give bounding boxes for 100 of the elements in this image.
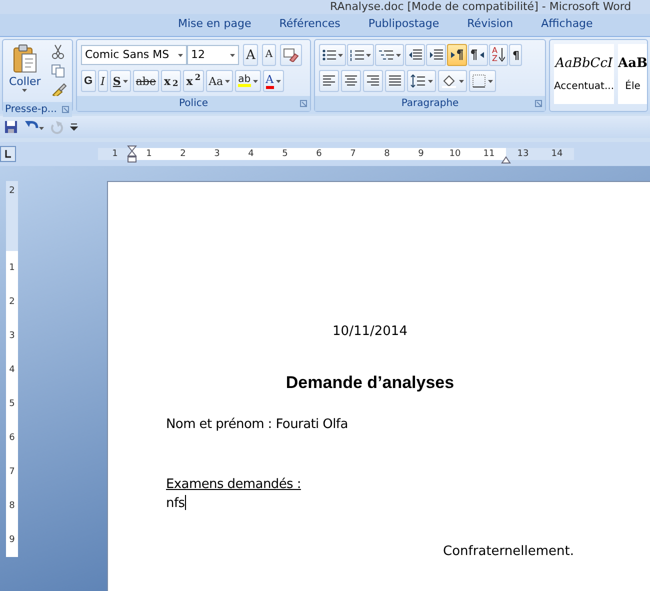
ruler-number: 5 — [6, 387, 18, 421]
save-icon[interactable] — [4, 120, 18, 134]
highlight-button[interactable]: ab — [235, 70, 261, 92]
numbered-list-icon — [350, 49, 364, 61]
ruler-number: 2 — [166, 148, 200, 160]
sub-button[interactable]: x$_{2}$ — [160, 70, 182, 92]
sort-letter: A — [492, 47, 498, 55]
ruler-number: 3 — [6, 319, 18, 353]
caret-icon — [396, 54, 401, 56]
caret-icon — [122, 80, 128, 82]
ribbon-tab[interactable]: Mise en page — [164, 12, 266, 36]
italic-button[interactable]: I — [98, 70, 108, 92]
grow-font-button[interactable]: A — [243, 44, 258, 66]
indent-button[interactable] — [426, 44, 446, 66]
bold-button[interactable]: G — [81, 70, 96, 92]
align-left-icon — [322, 75, 336, 87]
pilcrow-button[interactable]: ¶ — [509, 44, 522, 66]
line-spacing-icon — [410, 74, 426, 88]
document-text: Nom et prénom : Fourati Olfa — [166, 417, 348, 432]
document-text: Confraternellement. — [443, 544, 574, 558]
ribbon-tab[interactable]: Publipostage — [354, 12, 454, 36]
ribbon-tab[interactable]: Révision — [453, 12, 528, 36]
ltr-button[interactable] — [447, 44, 467, 66]
center-button[interactable] — [341, 70, 361, 92]
strike-button[interactable]: abe — [132, 70, 159, 92]
clear-format-button[interactable] — [280, 44, 302, 66]
ruler-number: 3 — [200, 148, 234, 160]
style-gallery-item[interactable]: AaB Éle — [618, 44, 647, 104]
ruler-number: 2 — [6, 181, 18, 251]
window-title: RAnalyse.doc [Mode de compatibilité] - Microsoft Word — [0, 0, 650, 14]
rtl-button[interactable] — [468, 44, 488, 66]
caret-icon — [366, 54, 371, 56]
caret-icon — [488, 80, 493, 82]
font-color-button[interactable]: A — [262, 70, 284, 92]
indent-marker-icon[interactable] — [501, 156, 511, 164]
caret-icon — [178, 54, 183, 56]
down-arrow-icon — [499, 48, 506, 62]
clipboard-icon — [12, 44, 38, 74]
multilevel-button[interactable] — [375, 44, 404, 66]
bullets-icon — [322, 49, 336, 61]
brush-icon[interactable] — [50, 82, 67, 96]
document-text: nfs — [166, 496, 185, 511]
ruler-number: 7 — [6, 455, 18, 489]
ruler-number: 8 — [370, 148, 404, 160]
ruler-number: 6 — [6, 421, 18, 455]
bullets-button[interactable] — [319, 44, 346, 66]
spacing-button[interactable] — [407, 70, 436, 92]
shading-button[interactable] — [438, 70, 467, 92]
ruler-number: 5 — [268, 148, 302, 160]
right-to-left-icon — [471, 49, 485, 61]
font-name-field[interactable]: Comic Sans MS — [81, 45, 187, 65]
border-icon — [472, 74, 486, 88]
left-button[interactable] — [319, 70, 339, 92]
borders-button[interactable] — [469, 70, 496, 92]
ribbon-tab[interactable]: Affichage — [527, 12, 607, 36]
document-heading: Demande d’analyses — [286, 372, 454, 392]
outdent-button[interactable] — [405, 44, 425, 66]
align-right-icon — [366, 75, 380, 87]
left-to-right-icon — [450, 49, 464, 61]
copy-icon[interactable] — [50, 64, 65, 78]
increase-indent-icon — [429, 49, 443, 61]
tab-selector-icon[interactable] — [0, 146, 16, 162]
ruler-number: 4 — [234, 148, 268, 160]
underline-button[interactable]: S — [110, 70, 131, 92]
ruler-number: 8 — [6, 489, 18, 523]
right-button[interactable] — [363, 70, 383, 92]
caret-icon — [428, 80, 433, 82]
sup-button[interactable]: x$^{2}$ — [183, 70, 204, 92]
document-text: Examens demandés : — [166, 476, 301, 492]
caret-icon — [276, 80, 281, 82]
ruler-number: 7 — [336, 148, 370, 160]
multilevel-list-icon — [378, 49, 394, 61]
ruler-number: 9 — [404, 148, 438, 160]
ribbon-tab[interactable]: Références — [265, 12, 354, 36]
group-label: Police — [77, 96, 310, 111]
decrease-indent-icon — [408, 49, 422, 61]
font-size-field[interactable]: 12 — [187, 45, 239, 65]
caret-icon — [225, 80, 230, 82]
numbering-button[interactable] — [347, 44, 374, 66]
sort-button[interactable]: A Z — [489, 44, 508, 66]
case-button[interactable]: Aa — [206, 70, 234, 92]
shrink-font-button[interactable]: A — [262, 44, 276, 66]
ruler-number: 6 — [302, 148, 336, 160]
caret-icon — [338, 54, 343, 56]
style-gallery-item[interactable]: AaBbCcI Accentuat... — [554, 44, 614, 104]
ruler-number: 14 — [540, 148, 574, 160]
ruler-number: 1 — [6, 251, 18, 285]
document-text: 10/11/2014 — [332, 324, 408, 339]
justify-button[interactable] — [385, 70, 405, 92]
customize-toolbar-icon[interactable] — [70, 123, 78, 131]
caret-icon — [230, 54, 235, 56]
ruler-number: 11 — [472, 148, 506, 160]
scissors-icon[interactable] — [50, 44, 65, 60]
caret-icon — [252, 80, 258, 82]
ruler-number: 2 — [6, 285, 18, 319]
group-label: Presse-p... — [3, 102, 72, 117]
eraser-icon — [282, 48, 299, 62]
sort-letter: Z — [492, 55, 498, 63]
ruler-number: 10 — [438, 148, 472, 160]
indent-marker-icon[interactable] — [127, 145, 137, 163]
